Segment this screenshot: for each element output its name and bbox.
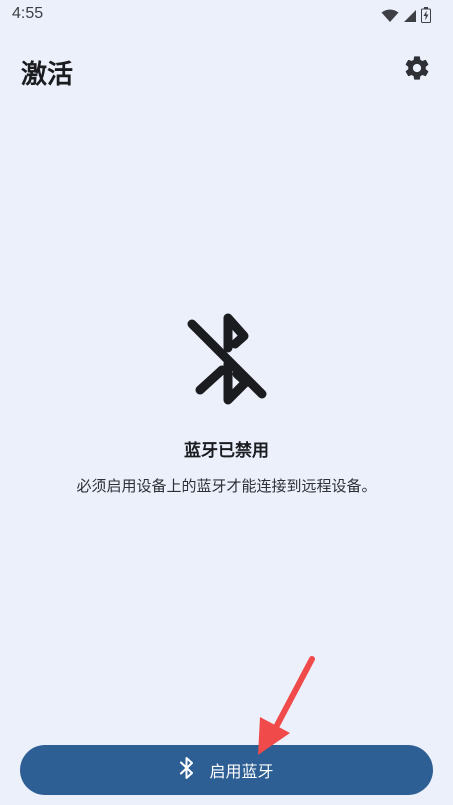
- signal-icon: [403, 8, 417, 27]
- screen: 4:55 激活 蓝牙已禁用 必须启用设备上的蓝牙才能连接到远程设备。 启用蓝牙: [0, 0, 453, 805]
- battery-icon: [421, 7, 431, 27]
- wifi-icon: [381, 8, 399, 27]
- bluetooth-disabled-panel: 蓝牙已禁用 必须启用设备上的蓝牙才能连接到远程设备。: [0, 310, 453, 496]
- enable-bluetooth-label: 启用蓝牙: [209, 762, 274, 781]
- bluetooth-icon: [179, 756, 195, 784]
- status-icons: [381, 7, 431, 27]
- state-title: 蓝牙已禁用: [184, 441, 269, 461]
- state-description: 必须启用设备上的蓝牙才能连接到远程设备。: [76, 477, 377, 495]
- settings-button[interactable]: [401, 54, 433, 86]
- bluetooth-disabled-icon: [187, 313, 266, 405]
- page-title: 激活: [21, 60, 74, 90]
- status-time: 4:55: [12, 5, 44, 22]
- enable-bluetooth-button[interactable]: 启用蓝牙: [20, 745, 433, 795]
- gear-icon: [403, 54, 431, 86]
- top-app-bar: 激活: [0, 46, 453, 102]
- status-bar: 4:55: [0, 0, 453, 32]
